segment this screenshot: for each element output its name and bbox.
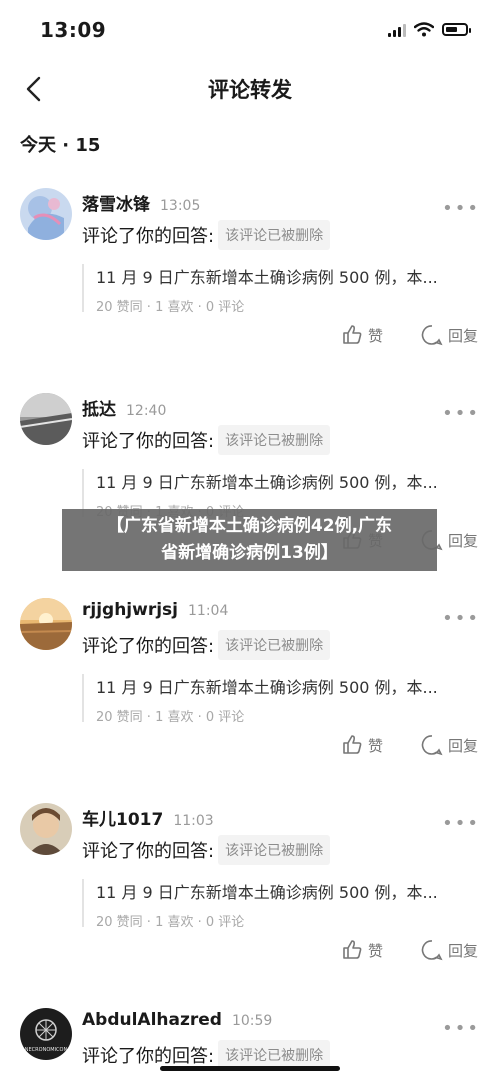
reply-button[interactable]: 回复	[421, 324, 478, 346]
avatar-badge-text: NECRONOMICON	[25, 1047, 68, 1053]
quoted-answer[interactable]: 11 月 9 日广东新增本土确诊病例 500 例，本... 20 赞同 · 1 …	[82, 879, 486, 930]
thumbs-up-icon	[343, 325, 362, 344]
more-options-icon[interactable]: •••	[442, 403, 480, 424]
nav-bar: 评论转发	[0, 62, 500, 116]
deleted-badge: 该评论已被删除	[218, 630, 331, 660]
deleted-badge: 该评论已被删除	[218, 425, 331, 455]
overlay-line-1: 【广东省新增本土确诊病例42例,广东	[106, 516, 393, 536]
avatar[interactable]: NECRONOMICON	[20, 1008, 72, 1060]
thumbs-up-icon	[343, 940, 362, 959]
signal-icon	[388, 23, 406, 37]
reply-label: 回复	[447, 941, 478, 960]
page-title: 评论转发	[208, 78, 292, 102]
quoted-answer-text: 11 月 9 日广东新增本土确诊病例 500 例，本...	[96, 883, 438, 902]
quoted-answer-text: 11 月 9 日广东新增本土确诊病例 500 例，本...	[96, 268, 438, 287]
news-caption-overlay: 【广东省新增本土确诊病例42例,广东 省新增确诊病例13例】	[62, 509, 437, 571]
reply-bubble-icon	[421, 325, 443, 346]
answer-stats: 20 赞同 · 1 喜欢 · 0 评论	[96, 300, 245, 315]
more-options-icon[interactable]: •••	[442, 813, 480, 834]
more-options-icon[interactable]: •••	[442, 1018, 480, 1039]
username[interactable]: 车儿1017 11:03	[82, 805, 214, 830]
notification-item: 车儿1017 11:03 ••• 评论了你的回答: 该评论已被删除 11 月 9 日…	[0, 797, 500, 1002]
reply-bubble-icon	[421, 940, 443, 961]
reply-label: 回复	[447, 531, 478, 550]
action-text: 评论了你的回答: 该评论已被删除	[82, 835, 331, 865]
overlay-line-2: 省新增确诊病例13例】	[161, 543, 338, 563]
username[interactable]: 落雪冰锋 13:05	[82, 190, 200, 215]
avatar[interactable]	[20, 598, 72, 650]
battery-icon	[442, 23, 471, 36]
username[interactable]: 抵达 12:40	[82, 395, 166, 420]
reply-label: 回复	[447, 736, 478, 755]
wifi-icon	[414, 22, 434, 37]
avatar[interactable]	[20, 803, 72, 855]
like-button[interactable]: 赞	[341, 939, 383, 961]
reply-bubble-icon	[421, 735, 443, 756]
deleted-badge: 该评论已被删除	[218, 220, 331, 250]
like-label: 赞	[367, 326, 383, 345]
status-time: 13:09	[40, 18, 107, 42]
quoted-answer[interactable]: 11 月 9 日广东新增本土确诊病例 500 例，本... 20 赞同 · 1 …	[82, 264, 486, 315]
like-button[interactable]: 赞	[341, 734, 383, 756]
avatar[interactable]	[20, 188, 72, 240]
quoted-answer[interactable]: 11 月 9 日广东新增本土确诊病例 500 例，本... 20 赞同 · 1 …	[82, 674, 486, 725]
answer-stats: 20 赞同 · 1 喜欢 · 0 评论	[96, 710, 245, 725]
notification-item: rjjghjwrjsj 11:04 ••• 评论了你的回答: 该评论已被删除 11 …	[0, 592, 500, 797]
avatar[interactable]	[20, 393, 72, 445]
action-text: 评论了你的回答: 该评论已被删除	[82, 425, 331, 455]
username[interactable]: rjjghjwrjsj 11:04	[82, 600, 228, 620]
timestamp: 12:40	[126, 403, 167, 419]
action-text: 评论了你的回答: 该评论已被删除	[82, 220, 331, 250]
like-label: 赞	[367, 736, 383, 755]
more-options-icon[interactable]: •••	[442, 608, 480, 629]
status-bar: 13:09	[0, 0, 500, 60]
section-header: 今天 · 15	[20, 135, 101, 156]
timestamp: 10:59	[231, 1013, 273, 1029]
timestamp: 11:04	[188, 603, 229, 619]
like-label: 赞	[367, 941, 383, 960]
like-button[interactable]: 赞	[341, 324, 383, 346]
quoted-answer-text: 11 月 9 日广东新增本土确诊病例 500 例，本...	[96, 678, 438, 697]
deleted-badge: 该评论已被删除	[218, 835, 331, 865]
reply-button[interactable]: 回复	[421, 939, 478, 961]
timestamp: 13:05	[160, 198, 201, 214]
reply-button[interactable]: 回复	[421, 734, 478, 756]
timestamp: 11:03	[173, 813, 214, 829]
username[interactable]: AbdulAlhazred 10:59	[82, 1010, 272, 1030]
more-options-icon[interactable]: •••	[442, 198, 480, 219]
answer-stats: 20 赞同 · 1 喜欢 · 0 评论	[96, 915, 245, 930]
home-indicator[interactable]	[160, 1066, 340, 1071]
action-text: 评论了你的回答: 该评论已被删除	[82, 630, 331, 660]
thumbs-up-icon	[343, 735, 362, 754]
reply-label: 回复	[447, 326, 478, 345]
status-icons	[388, 22, 471, 37]
quoted-answer-text: 11 月 9 日广东新增本土确诊病例 500 例，本...	[96, 473, 438, 492]
notification-item: 落雪冰锋 13:05 ••• 评论了你的回答: 该评论已被删除 11 月 9 日广东…	[0, 182, 500, 387]
